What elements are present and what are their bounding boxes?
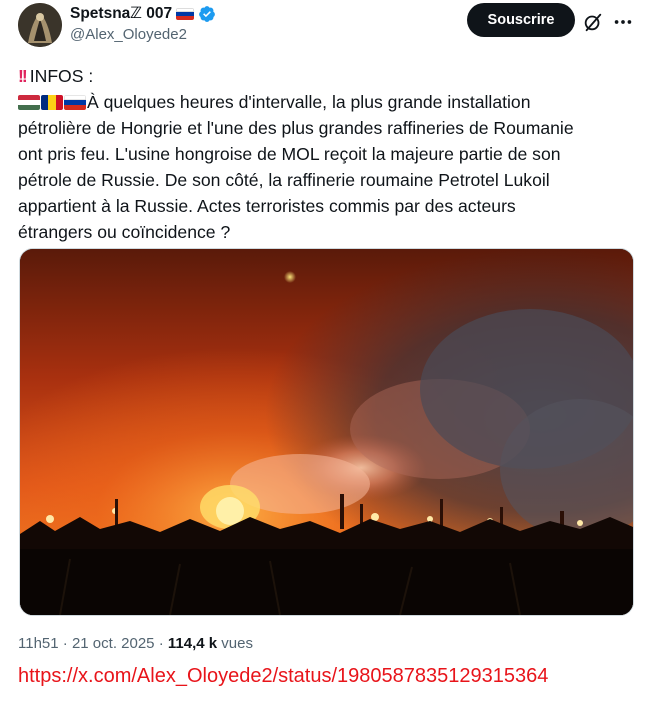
hungary-flag-icon [18,95,40,110]
tweet-line: pétrolière de Hongrie et l'une des plus … [18,118,574,138]
tweet-date[interactable]: 21 oct. 2025 [72,635,155,652]
views-label: vues [221,635,253,652]
author-handle[interactable]: @Alex_Oloyede2 [70,26,187,43]
tweet-line: pétrole de Russie. De son côté, la raffi… [18,170,550,190]
tweet-time[interactable]: 11h51 [18,635,59,652]
avatar[interactable] [18,3,62,47]
verified-badge-icon [199,5,216,22]
views-count: 114,4 k [167,635,218,652]
double-exclamation-icon: !! [18,66,28,86]
russia-flag-icon [64,95,86,110]
tweet-heading: INFOS : [29,66,94,86]
refinery-fire-photo[interactable] [19,248,634,616]
russia-flag-icon [176,7,195,20]
meta-separator: · [62,635,68,652]
avatar-image [18,3,62,47]
more-icon[interactable] [612,11,634,33]
subscribe-button[interactable]: Souscrire [467,3,575,37]
tweet-line: ont pris feu. L'usine hongroise de MOL r… [18,144,561,164]
author-display-name[interactable]: Spetsnaℤ 007 [70,4,172,23]
tweet-line: étrangers ou coïncidence ? [18,222,231,242]
tweet-line: À quelques heures d'intervalle, la plus … [18,89,638,115]
meta-separator: · [158,635,164,652]
tweet-text: !! INFOS : À quelques heures d'intervalle… [18,63,638,245]
author-name-row[interactable]: Spetsnaℤ 007 [70,4,216,23]
refinery-fire-image [20,249,633,615]
tweet-line: appartient à la Russie. Actes terroriste… [18,196,516,216]
tweet-line-text: À quelques heures d'intervalle, la plus … [87,92,531,112]
grok-icon[interactable] [582,11,604,33]
tweet-url[interactable]: https://x.com/Alex_Oloyede2/status/19805… [18,665,548,688]
romania-flag-icon [41,95,63,110]
tweet-heading-line: !! INFOS : [18,63,638,89]
tweet-meta: 11h51 · 21 oct. 2025 · 114,4 k vues [18,635,253,652]
